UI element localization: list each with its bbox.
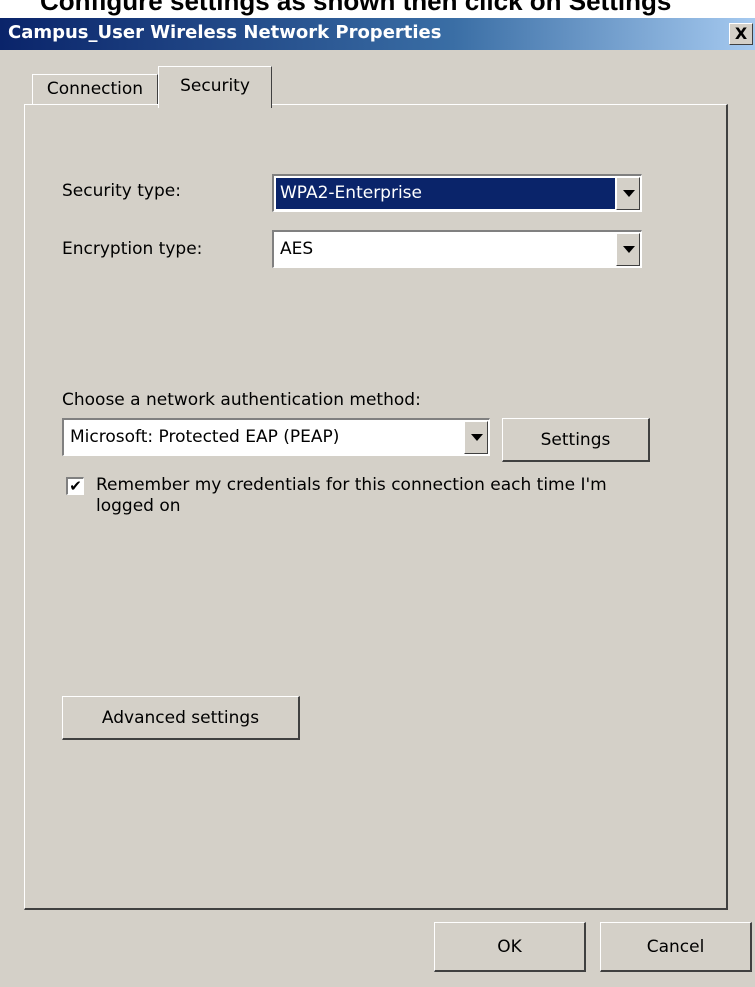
encryption-type-dropdown-button[interactable] <box>616 233 640 266</box>
close-button[interactable]: X <box>729 23 753 45</box>
cancel-button[interactable]: Cancel <box>600 922 752 972</box>
remember-credentials-label: Remember my credentials for this connect… <box>96 475 607 516</box>
security-type-label: Security type: <box>62 181 181 201</box>
auth-method-value: Microsoft: Protected EAP (PEAP) <box>70 427 340 447</box>
encryption-type-label: Encryption type: <box>62 239 203 259</box>
ok-button[interactable]: OK <box>434 922 586 972</box>
tab-connection[interactable]: Connection <box>32 74 158 104</box>
auth-method-select[interactable]: Microsoft: Protected EAP (PEAP) <box>62 418 490 456</box>
background-heading: Configure settings as shown then click o… <box>0 0 755 18</box>
encryption-type-select[interactable]: AES <box>272 230 642 268</box>
tab-security[interactable]: Security <box>158 66 272 108</box>
background-heading-text: Configure settings as shown then click o… <box>40 0 672 16</box>
security-type-value: WPA2-Enterprise <box>276 178 615 209</box>
close-icon: X <box>734 24 748 43</box>
remember-credentials-checkbox[interactable]: ✔ <box>66 477 84 495</box>
advanced-settings-button[interactable]: Advanced settings <box>62 696 300 740</box>
auth-method-dropdown-button[interactable] <box>464 421 488 454</box>
encryption-type-value: AES <box>280 239 314 259</box>
auth-method-label: Choose a network authentication method: <box>62 390 421 410</box>
settings-button[interactable]: Settings <box>502 418 650 462</box>
security-type-select[interactable]: WPA2-Enterprise <box>272 174 642 212</box>
checkmark-icon: ✔ <box>69 477 82 495</box>
security-type-dropdown-button[interactable] <box>616 177 640 210</box>
window-title: Campus_User Wireless Network Properties <box>8 22 442 43</box>
title-bar[interactable]: Campus_User Wireless Network Properties … <box>0 18 755 50</box>
